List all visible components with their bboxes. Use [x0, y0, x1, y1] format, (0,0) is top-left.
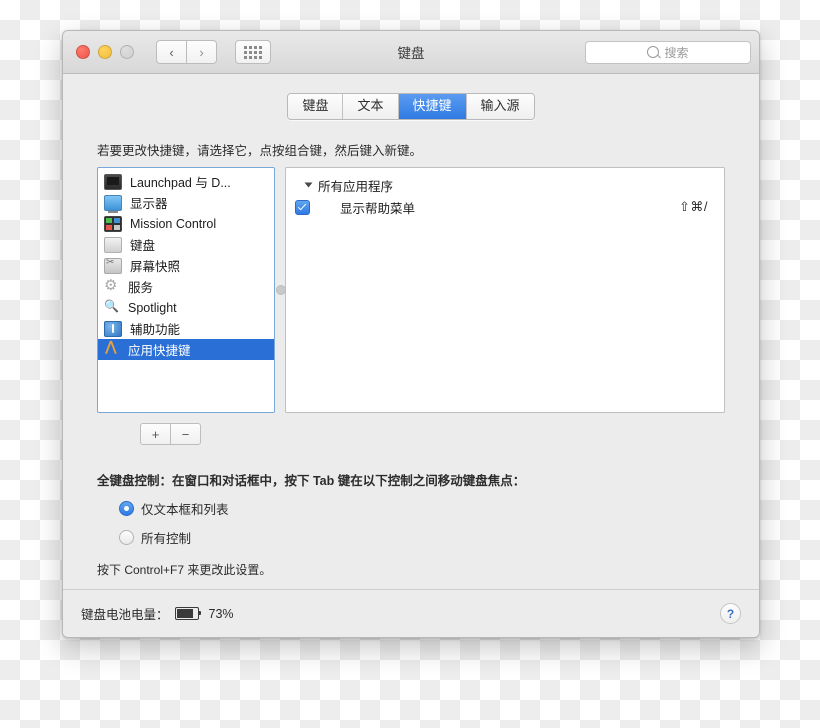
shortcut-group-label: 所有应用程序: [318, 179, 394, 194]
spotlight-icon: [104, 299, 120, 315]
battery-label: 键盘电池电量：: [81, 608, 169, 622]
radio-option-text-boxes-and-lists[interactable]: 仅文本框和列表: [119, 499, 725, 518]
window-titlebar: ‹ › 键盘 搜索: [63, 31, 759, 74]
tab-input-sources[interactable]: 输入源: [466, 94, 534, 119]
show-all-icon[interactable]: [235, 40, 271, 64]
split-panes: Launchpad 与 D... 显示器 Mission Control 键盘 …: [97, 167, 725, 413]
tab-shortcuts[interactable]: 快捷键: [398, 94, 467, 119]
mission-control-icon: [104, 215, 122, 232]
zoom-button[interactable]: [120, 45, 134, 59]
screenshot-icon: [104, 257, 122, 274]
search-input[interactable]: 搜索: [585, 40, 751, 64]
battery-icon: [174, 607, 202, 620]
display-icon: [104, 194, 122, 213]
sidebar-item-label: 屏幕快照: [130, 260, 181, 274]
radio-option-all-controls[interactable]: 所有控制: [119, 528, 725, 547]
sidebar-item-label: 服务: [128, 281, 154, 295]
services-gear-icon: [104, 276, 120, 294]
keyboard-icon: [104, 236, 122, 253]
pane-splitter[interactable]: [275, 167, 286, 413]
back-button[interactable]: ‹: [156, 40, 186, 64]
radio-label: 所有控制: [141, 532, 192, 546]
sidebar-item-launchpad[interactable]: Launchpad 与 D...: [98, 171, 274, 192]
tab-text[interactable]: 文本: [343, 94, 399, 119]
tab-bar-container: 键盘 文本 快捷键 输入源: [63, 74, 759, 120]
sidebar-item-label: Mission Control: [130, 216, 217, 231]
minimize-button[interactable]: [98, 45, 112, 59]
chevron-down-icon[interactable]: [304, 182, 313, 188]
sidebar-item-label: 辅助功能: [130, 323, 181, 337]
table-row[interactable]: 显示帮助菜单 ⇧⌘/: [286, 196, 724, 218]
help-button[interactable]: ?: [720, 603, 741, 624]
radio-button-selected[interactable]: [119, 501, 134, 516]
sidebar-item-label: 应用快捷键: [128, 344, 191, 358]
shortcut-group-header[interactable]: 所有应用程序: [286, 174, 724, 196]
sidebar-item-label: 显示器: [130, 197, 168, 211]
grid-dots-icon: [244, 45, 262, 59]
full-keyboard-access-title: 全键盘控制：在窗口和对话框中，按下 Tab 键在以下控制之间移动键盘焦点：: [97, 474, 526, 488]
shortcut-name: 显示帮助菜单: [340, 201, 416, 216]
shortcut-category-list[interactable]: Launchpad 与 D... 显示器 Mission Control 键盘 …: [97, 167, 275, 413]
shortcut-detail-list[interactable]: 所有应用程序 显示帮助菜单 ⇧⌘/: [285, 167, 725, 413]
full-keyboard-access-note: 按下 Control+F7 来更改此设置。: [97, 563, 272, 577]
navigation-buttons: ‹ ›: [156, 40, 217, 64]
add-shortcut-button[interactable]: +: [140, 423, 170, 445]
splitter-handle-icon[interactable]: [276, 285, 286, 295]
sidebar-item-display[interactable]: 显示器: [98, 192, 274, 213]
app-shortcut-icon: [104, 338, 120, 357]
instruction-text: 若要更改快捷键，请选择它，点按组合键，然后键入新键。: [97, 144, 423, 158]
sidebar-item-accessibility[interactable]: 辅助功能: [98, 318, 274, 339]
system-preferences-window: ‹ › 键盘 搜索 键盘 文本 快捷键 输入源 若要更改快捷键，请选择它，点按组…: [62, 30, 760, 638]
traffic-light-buttons: [76, 45, 134, 59]
forward-button[interactable]: ›: [186, 40, 217, 64]
sidebar-item-app-shortcuts[interactable]: 应用快捷键: [98, 338, 274, 360]
battery-percent: 73%: [208, 606, 234, 621]
sidebar-item-label: Launchpad 与 D...: [130, 176, 231, 190]
sidebar-item-mission-control[interactable]: Mission Control: [98, 213, 274, 234]
accessibility-icon: [104, 320, 122, 337]
close-button[interactable]: [76, 45, 90, 59]
tab-bar: 键盘 文本 快捷键 输入源: [287, 93, 535, 120]
radio-button[interactable]: [119, 530, 134, 545]
window-footer: 键盘电池电量： 73% ?: [63, 589, 759, 637]
sidebar-item-label: Spotlight: [128, 300, 177, 315]
search-icon: [647, 46, 660, 58]
shortcut-enabled-checkbox[interactable]: [295, 199, 310, 215]
sidebar-item-screenshots[interactable]: 屏幕快照: [98, 255, 274, 276]
sidebar-item-label: 键盘: [130, 239, 156, 253]
shortcut-keys[interactable]: ⇧⌘/: [679, 199, 708, 215]
sidebar-item-keyboard[interactable]: 键盘: [98, 234, 274, 255]
radio-label: 仅文本框和列表: [141, 503, 229, 517]
sidebar-item-services[interactable]: 服务: [98, 276, 274, 297]
add-remove-toolbar: + −: [140, 423, 725, 445]
sidebar-item-spotlight[interactable]: Spotlight: [98, 297, 274, 318]
tab-keyboard[interactable]: 键盘: [288, 94, 344, 119]
preferences-content: 若要更改快捷键，请选择它，点按组合键，然后键入新键。 Launchpad 与 D…: [63, 140, 759, 604]
launchpad-icon: [104, 173, 122, 190]
remove-shortcut-button[interactable]: −: [170, 423, 201, 445]
search-placeholder: 搜索: [664, 45, 689, 60]
